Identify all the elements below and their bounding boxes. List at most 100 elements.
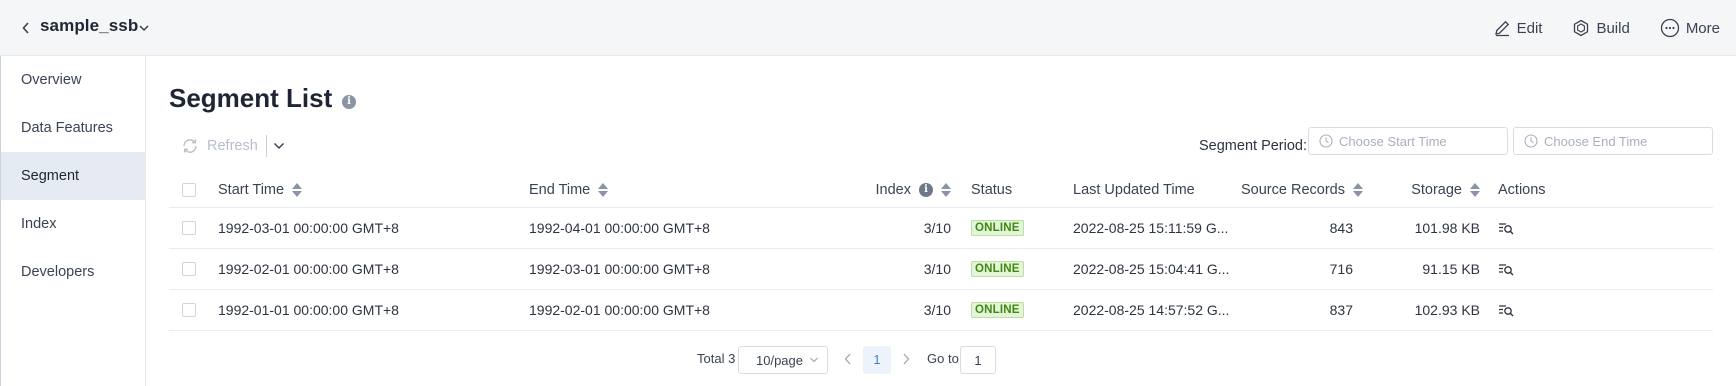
row-checkbox[interactable] <box>182 303 196 317</box>
column-label: End Time <box>529 181 591 198</box>
column-label: Actions <box>1498 181 1546 198</box>
cube-icon <box>1574 19 1589 37</box>
pencil-icon <box>1494 20 1509 37</box>
chevron-down-icon[interactable] <box>138 20 152 36</box>
sort-icon[interactable] <box>598 182 609 197</box>
sidebar-item-developers[interactable]: Developers <box>1 248 145 296</box>
chevron-down-icon[interactable] <box>271 138 287 154</box>
more-label: More <box>1685 19 1720 37</box>
cell-last-updated: 2022-08-25 15:11:59 G... <box>1073 220 1229 236</box>
column-source-records[interactable]: Source Records <box>1241 172 1363 207</box>
column-label: Start Time <box>218 181 285 198</box>
table-row: 1992-03-01 00:00:00 GMT+8 1992-04-01 00:… <box>169 208 1713 249</box>
prev-page-icon[interactable] <box>843 352 853 366</box>
edit-button[interactable]: Edit <box>1493 19 1543 37</box>
cell-source-records: 716 <box>1329 261 1353 277</box>
status-badge: ONLINE <box>971 220 1024 236</box>
edit-label: Edit <box>1516 19 1543 37</box>
back-chevron-icon[interactable] <box>18 18 34 38</box>
total-count: Total 3 <box>697 351 736 366</box>
cell-start-time: 1992-03-01 00:00:00 GMT+8 <box>218 220 399 236</box>
column-end-time[interactable]: End Time <box>529 172 829 207</box>
goto-page-input[interactable] <box>960 346 996 374</box>
cell-storage: 91.15 KB <box>1422 261 1480 277</box>
view-details-icon[interactable] <box>1498 221 1514 235</box>
sort-icon[interactable] <box>1470 182 1480 197</box>
more-button[interactable]: More <box>1660 18 1720 38</box>
column-start-time[interactable]: Start Time <box>218 172 518 207</box>
cell-storage: 102.93 KB <box>1414 302 1480 318</box>
refresh-label: Refresh <box>207 138 258 154</box>
refresh-button[interactable]: Refresh <box>181 137 258 155</box>
cell-start-time: 1992-01-01 00:00:00 GMT+8 <box>218 302 399 318</box>
build-label: Build <box>1596 19 1630 37</box>
end-time-picker[interactable]: Choose End Time <box>1513 127 1713 155</box>
header-actions: Edit Build More <box>1493 0 1720 56</box>
sidebar-item-data-features[interactable]: Data Features <box>1 104 145 152</box>
cell-storage: 101.98 KB <box>1414 220 1480 236</box>
clock-icon <box>1524 134 1538 148</box>
cell-index: 3/10 <box>923 261 951 277</box>
chevron-down-icon <box>810 357 818 363</box>
status-badge: ONLINE <box>971 302 1024 318</box>
main-content: Segment List i Refresh Segment Period: C… <box>147 56 1736 386</box>
table-row: 1992-01-01 00:00:00 GMT+8 1992-02-01 00:… <box>169 290 1713 331</box>
info-icon[interactable]: i <box>919 182 933 197</box>
cell-source-records: 843 <box>1329 220 1353 236</box>
row-checkbox[interactable] <box>182 221 196 235</box>
start-time-placeholder: Choose Start Time <box>1339 133 1447 149</box>
select-all-checkbox[interactable] <box>182 182 196 197</box>
column-storage[interactable]: Storage <box>1393 172 1480 207</box>
cell-index: 3/10 <box>923 220 951 236</box>
cell-end-time: 1992-03-01 00:00:00 GMT+8 <box>529 261 710 277</box>
info-icon[interactable]: i <box>342 95 356 109</box>
column-actions: Actions <box>1498 172 1558 207</box>
refresh-group: Refresh <box>181 133 287 159</box>
page-title: Segment List <box>169 83 333 113</box>
column-label: Storage <box>1411 181 1462 198</box>
cell-start-time: 1992-02-01 00:00:00 GMT+8 <box>218 261 399 277</box>
end-time-placeholder: Choose End Time <box>1544 133 1648 149</box>
clock-icon <box>1319 134 1333 148</box>
table-row: 1992-02-01 00:00:00 GMT+8 1992-03-01 00:… <box>169 249 1713 290</box>
cell-end-time: 1992-02-01 00:00:00 GMT+8 <box>529 302 710 318</box>
sidebar-item-overview[interactable]: Overview <box>1 56 145 104</box>
segment-period-label: Segment Period: <box>1199 138 1308 154</box>
page-number-current[interactable]: 1 <box>863 346 891 374</box>
sidebar-item-index[interactable]: Index <box>1 200 145 248</box>
cell-index: 3/10 <box>923 302 951 318</box>
column-label: Index <box>875 181 911 198</box>
column-label: Source Records <box>1241 181 1345 198</box>
cell-end-time: 1992-04-01 00:00:00 GMT+8 <box>529 220 710 236</box>
sort-icon[interactable] <box>1352 182 1363 197</box>
pagination: Total 3 10/page 1 Go to <box>147 345 1736 375</box>
page-size-select[interactable]: 10/page <box>738 346 828 374</box>
view-details-icon[interactable] <box>1498 303 1514 317</box>
sort-icon[interactable] <box>292 182 303 197</box>
column-status: Status <box>971 172 1061 207</box>
cell-last-updated: 2022-08-25 15:04:41 G... <box>1073 261 1230 277</box>
more-dots-icon <box>1660 18 1679 38</box>
table-header-row: Start Time End Time Index i Status Last … <box>169 172 1713 208</box>
column-index[interactable]: Index i <box>859 172 951 207</box>
top-bar: sample_ssb Edit Build More <box>0 0 1736 56</box>
model-name[interactable]: sample_ssb <box>40 16 138 36</box>
column-label: Status <box>971 181 1013 198</box>
divider <box>265 135 267 157</box>
status-badge: ONLINE <box>971 261 1024 277</box>
refresh-icon <box>183 139 197 153</box>
column-label: Last Updated Time <box>1073 181 1195 198</box>
sidebar: Overview Data Features Segment Index Dev… <box>0 56 146 386</box>
sidebar-item-segment[interactable]: Segment <box>1 152 145 200</box>
segment-table: Start Time End Time Index i Status Last … <box>169 172 1713 331</box>
column-last-updated: Last Updated Time <box>1073 172 1223 207</box>
next-page-icon[interactable] <box>901 352 911 366</box>
view-details-icon[interactable] <box>1498 262 1514 276</box>
goto-label: Go to <box>927 351 959 366</box>
cell-source-records: 837 <box>1329 302 1353 318</box>
row-checkbox[interactable] <box>182 262 196 276</box>
sort-icon[interactable] <box>941 182 951 197</box>
cell-last-updated: 2022-08-25 14:57:52 G... <box>1073 302 1230 318</box>
start-time-picker[interactable]: Choose Start Time <box>1308 127 1508 155</box>
build-button[interactable]: Build <box>1572 19 1630 37</box>
